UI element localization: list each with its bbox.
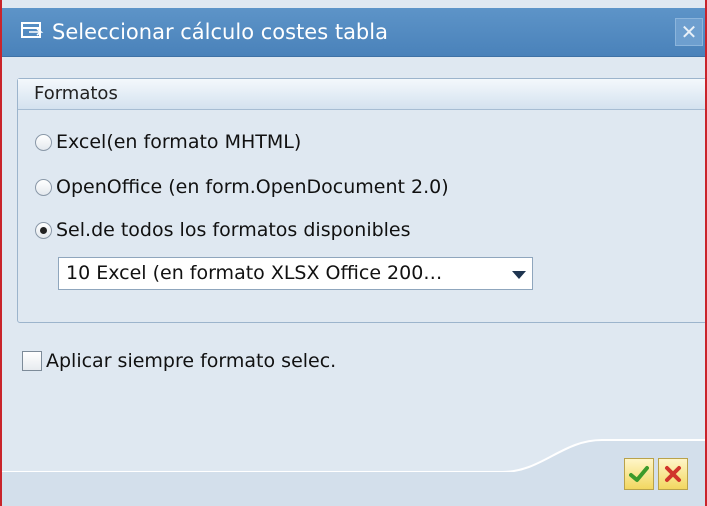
radio-button-selected[interactable] — [35, 221, 52, 239]
format-select-value: 10 Excel (en formato XLSX Office 200… — [66, 262, 443, 284]
checkmark-icon — [629, 466, 649, 482]
always-apply-checkbox[interactable] — [22, 351, 42, 371]
dialog-window-icon — [21, 22, 44, 38]
radio-label: OpenOffice (en form.OpenDocument 2.0) — [56, 176, 449, 198]
cancel-button[interactable] — [658, 458, 688, 490]
radio-button[interactable] — [35, 133, 52, 151]
close-icon: ✕ — [680, 20, 698, 44]
radio-button[interactable] — [35, 178, 52, 196]
always-apply-option[interactable]: Aplicar siempre formato selec. — [22, 346, 336, 376]
dialog-window: Seleccionar cálculo costes tabla ✕ Forma… — [0, 0, 707, 506]
footer-decoration — [2, 439, 705, 472]
formats-group: Formatos Excel(en formato MHTML) OpenOff… — [17, 78, 705, 323]
title-bar[interactable]: Seleccionar cálculo costes tabla ✕ — [2, 8, 705, 57]
formats-group-header: Formatos — [18, 79, 705, 110]
always-apply-label: Aplicar siempre formato selec. — [46, 350, 337, 372]
radio-option-excel-mhtml[interactable]: Excel(en formato MHTML) — [35, 127, 301, 157]
radio-label: Sel.de todos los formatos disponibles — [56, 219, 411, 241]
cancel-x-icon — [665, 466, 681, 482]
close-button[interactable]: ✕ — [675, 18, 703, 46]
radio-option-all-formats[interactable]: Sel.de todos los formatos disponibles — [35, 215, 411, 245]
chevron-down-icon[interactable] — [512, 271, 526, 279]
radio-option-openoffice[interactable]: OpenOffice (en form.OpenDocument 2.0) — [35, 172, 449, 202]
radio-label: Excel(en formato MHTML) — [56, 131, 302, 153]
footer-bar — [2, 472, 705, 506]
formats-group-title: Formatos — [34, 83, 118, 104]
dialog-title: Seleccionar cálculo costes tabla — [52, 20, 388, 44]
ok-button[interactable] — [624, 458, 654, 490]
format-select[interactable]: 10 Excel (en formato XLSX Office 200… — [58, 257, 533, 290]
